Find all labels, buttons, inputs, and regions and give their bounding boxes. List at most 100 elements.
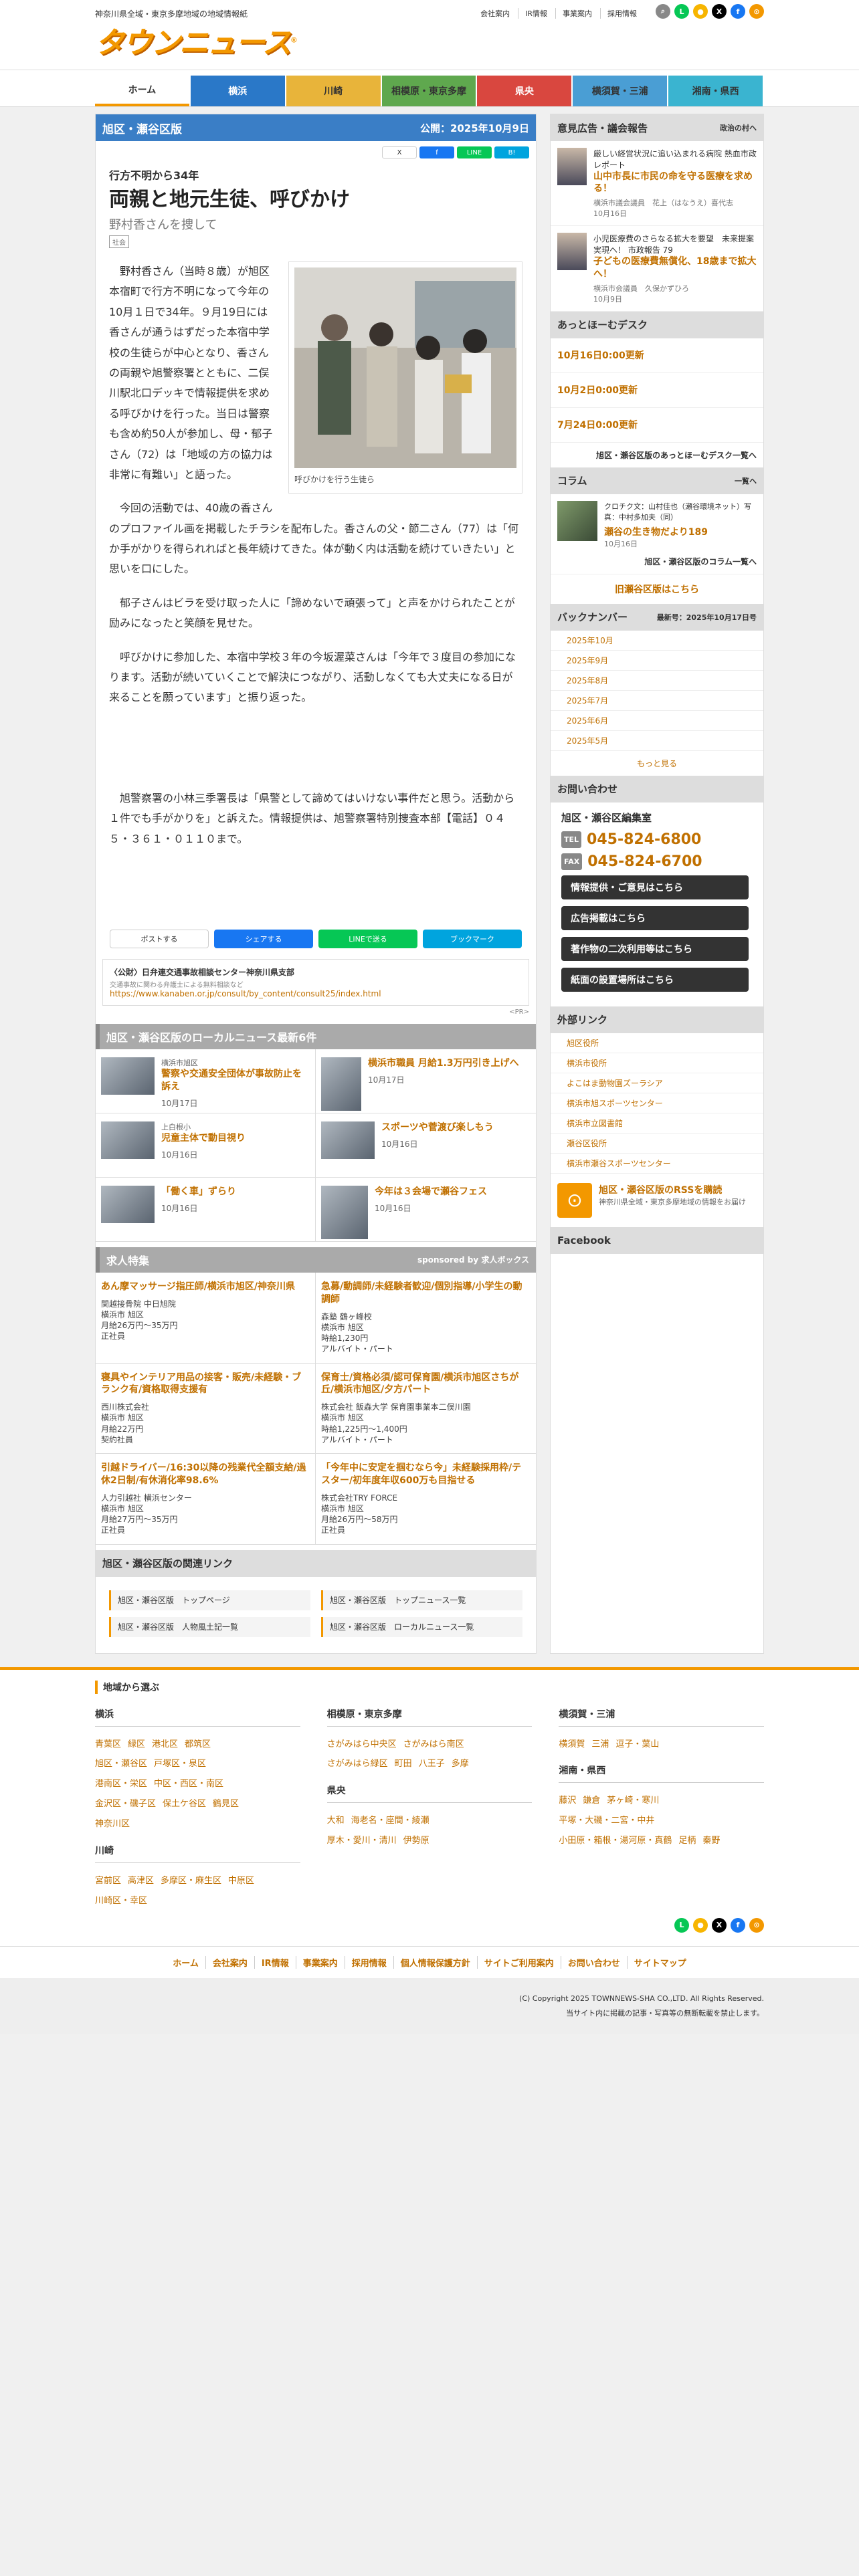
ad-box[interactable]: 〈公財〉日弁連交通事故相談センター神奈川県支部 交通事故に関わる弁護士による無料…	[102, 958, 529, 1006]
share-facebook-button[interactable]: シェアする	[214, 929, 313, 948]
job-title[interactable]: 保育士/資格必須/認可保育園/横浜市旭区さちが丘/横浜市旭区/夕方パート	[321, 1372, 531, 1397]
column-list-link[interactable]: 旭区・瀬谷区版のコラム一覧へ	[551, 556, 763, 574]
area-link[interactable]: 平塚・大磯・二宮・中井	[559, 1816, 654, 1826]
related-link[interactable]: 旭区・瀬谷区版 人物風土記一覧	[109, 1616, 310, 1637]
footer-nav-recruit[interactable]: 採用情報	[344, 1955, 393, 1969]
area-link[interactable]: 逗子・葉山	[615, 1739, 659, 1749]
tel-number[interactable]: 045-824-6800	[587, 831, 701, 848]
job-title[interactable]: 寝具やインテリア用品の接客・販売/未経験・ブランク有/資格取得支援有	[101, 1372, 310, 1397]
area-link[interactable]: 川崎区・幸区	[95, 1896, 147, 1906]
footer-nav-home[interactable]: ホーム	[166, 1956, 205, 1969]
column-item[interactable]: クロチク文：山村佳也（瀬谷環境ネット）写真：中村多加夫（同） 瀬谷の生き物だより1…	[551, 494, 763, 556]
area-link[interactable]: 八王子	[419, 1759, 445, 1769]
area-link[interactable]: 伊勢原	[403, 1836, 430, 1846]
area-link[interactable]: さがみはら南区	[403, 1739, 464, 1749]
top-link-ir[interactable]: IR情報	[518, 8, 547, 19]
area-link[interactable]: 町田	[395, 1759, 412, 1769]
backnumber-item[interactable]: 2025年8月	[551, 671, 763, 691]
backnumber-item[interactable]: 2025年7月	[551, 691, 763, 711]
share-fb-mini[interactable]: f	[419, 146, 454, 158]
search-icon[interactable]: ⌕	[656, 4, 670, 19]
chat-icon[interactable]: ●	[693, 1917, 708, 1933]
area-link[interactable]: さがみはら中央区	[327, 1739, 397, 1749]
job-title[interactable]: 「今年中に安定を掴むなら今」未経験採用枠/テスター/初年度年収600万も目指せる	[321, 1462, 531, 1487]
opinion-title-link[interactable]: 山中市長に市民の命を守る医療を求める！	[593, 171, 757, 195]
job-item[interactable]: 寝具やインテリア用品の接客・販売/未経験・ブランク有/資格取得支援有 西川株式会社…	[96, 1363, 316, 1455]
x-icon[interactable]: X	[712, 4, 727, 19]
job-item[interactable]: 引越ドライバー/16:30以降の残業代全額支給/過休2日制/有休消化率98.6%…	[96, 1454, 316, 1545]
area-link[interactable]: 多摩区・麻生区	[161, 1876, 221, 1886]
distribution-location-button[interactable]: 紙面の設置場所はこちら	[561, 967, 749, 992]
news-title[interactable]: 横浜市職員 月給1.3万円引き上げへ	[368, 1057, 519, 1070]
footer-nav-privacy[interactable]: 個人情報保護方針	[393, 1955, 477, 1969]
opinion-more-link[interactable]: 政治の村へ	[720, 122, 757, 133]
footer-nav-company[interactable]: 会社案内	[205, 1955, 254, 1969]
backnumber-more-link[interactable]: もっと見る	[551, 751, 763, 776]
news-title[interactable]: 警察や交通安全団体が事故防止を訴え	[161, 1068, 310, 1093]
area-link[interactable]: 多摩	[452, 1759, 469, 1769]
top-link-recruit[interactable]: 採用情報	[600, 8, 637, 19]
column-more-link[interactable]: 一覧へ	[735, 475, 757, 486]
desk-list-link[interactable]: 旭区・瀬谷区版のあっとほーむデスク一覧へ	[551, 443, 763, 467]
area-link[interactable]: 神奈川区	[95, 1819, 130, 1829]
area-link[interactable]: 大和	[327, 1816, 345, 1826]
external-link[interactable]: 横浜市役所	[551, 1053, 763, 1073]
footer-nav-contact[interactable]: お問い合わせ	[560, 1955, 627, 1969]
area-link[interactable]: 宮前区	[95, 1876, 121, 1886]
area-link[interactable]: 秦野	[702, 1836, 720, 1846]
area-link[interactable]: さがみはら緑区	[327, 1759, 388, 1769]
share-bookmark-button[interactable]: ブックマーク	[423, 929, 522, 948]
copyright-use-button[interactable]: 著作物の二次利用等はこちら	[561, 936, 749, 961]
external-link[interactable]: 旭区役所	[551, 1033, 763, 1053]
area-link[interactable]: 緑区	[128, 1739, 145, 1749]
area-link[interactable]: 金沢区・磯子区	[95, 1799, 156, 1809]
news-item[interactable]: 横浜市職員 月給1.3万円引き上げへ 10月17日	[316, 1049, 536, 1113]
share-hatena-mini[interactable]: B!	[494, 146, 529, 158]
external-link[interactable]: 横浜市立図書館	[551, 1113, 763, 1134]
area-link[interactable]: 厚木・愛川・清川	[327, 1836, 397, 1846]
area-link[interactable]: 港北区	[152, 1739, 178, 1749]
desk-item[interactable]: 10月2日0:00更新	[551, 373, 763, 408]
job-item[interactable]: 急募/動調師/未経験者歓迎/個別指導/小学生の動調師 森塾 鶴ヶ峰校 横浜市 旭区時…	[316, 1273, 536, 1364]
nav-kenou[interactable]: 県央	[477, 76, 572, 106]
area-link[interactable]: 戸塚区・泉区	[154, 1759, 206, 1769]
footer-nav-usage[interactable]: サイトご利用案内	[476, 1955, 561, 1969]
facebook-icon[interactable]: f	[731, 1917, 745, 1933]
share-x-mini[interactable]: X	[382, 146, 417, 158]
external-link[interactable]: 横浜市旭スポーツセンター	[551, 1093, 763, 1113]
news-title[interactable]: 今年は３会場で瀬谷フェス	[375, 1186, 487, 1198]
footer-nav-business[interactable]: 事業案内	[295, 1955, 345, 1969]
backnumber-item[interactable]: 2025年6月	[551, 711, 763, 731]
footer-nav-sitemap[interactable]: サイトマップ	[626, 1955, 693, 1969]
desk-item[interactable]: 10月16日0:00更新	[551, 338, 763, 373]
job-item[interactable]: 「今年中に安定を掴むなら今」未経験採用枠/テスター/初年度年収600万も目指せる…	[316, 1454, 536, 1545]
rss-icon[interactable]: ⊙	[749, 1917, 764, 1933]
area-link[interactable]: 鎌倉	[583, 1796, 600, 1806]
job-title[interactable]: 急募/動調師/未経験者歓迎/個別指導/小学生の動調師	[321, 1281, 531, 1306]
article-photo[interactable]: 呼びかけを行う生徒ら	[288, 261, 522, 494]
area-link[interactable]: 茅ヶ崎・寒川	[607, 1796, 659, 1806]
area-link[interactable]: 中原区	[228, 1876, 254, 1886]
area-link[interactable]: 中区・西区・南区	[154, 1779, 223, 1789]
area-link[interactable]: 都筑区	[185, 1739, 211, 1749]
job-title[interactable]: あん摩マッサージ指圧師/横浜市旭区/神奈川県	[101, 1281, 310, 1293]
rss-box[interactable]: ⊙ 旭区・瀬谷区版のRSSを購読 神奈川県全域・東京多摩地域の情報をお届け	[551, 1174, 763, 1227]
share-x-button[interactable]: ポストする	[110, 929, 209, 948]
area-link[interactable]: 旭区・瀬谷区	[95, 1759, 147, 1769]
area-link[interactable]: 足柄	[678, 1836, 696, 1846]
share-line-button[interactable]: LINEで送る	[318, 929, 417, 948]
external-link[interactable]: 横浜市瀬谷スポーツセンター	[551, 1154, 763, 1174]
nav-kawasaki[interactable]: 川崎	[286, 76, 381, 106]
rss-title[interactable]: 旭区・瀬谷区版のRSSを購読	[599, 1183, 746, 1196]
backnumber-item[interactable]: 2025年10月	[551, 631, 763, 651]
area-link[interactable]: 小田原・箱根・湯河原・真鶴	[559, 1836, 672, 1846]
nav-shonan[interactable]: 湘南・県西	[668, 76, 763, 106]
news-item[interactable]: 横浜市旭区 警察や交通安全団体が事故防止を訴え 10月17日	[96, 1049, 316, 1113]
news-title[interactable]: 児童主体で動目視り	[161, 1132, 246, 1145]
opinion-item[interactable]: 厳しい経営状況に追い込まれる病院 熱血市政レポート 山中市長に市民の命を守る医療を…	[551, 141, 763, 227]
related-link[interactable]: 旭区・瀬谷区版 トップページ	[109, 1590, 310, 1610]
news-title[interactable]: 「働く車」ずらり	[161, 1186, 236, 1198]
x-icon[interactable]: X	[712, 1917, 727, 1933]
old-edition-link[interactable]: 旧瀬谷区版はこちら	[551, 573, 763, 604]
column-title-link[interactable]: 瀬谷の生き物だより189	[604, 525, 757, 538]
